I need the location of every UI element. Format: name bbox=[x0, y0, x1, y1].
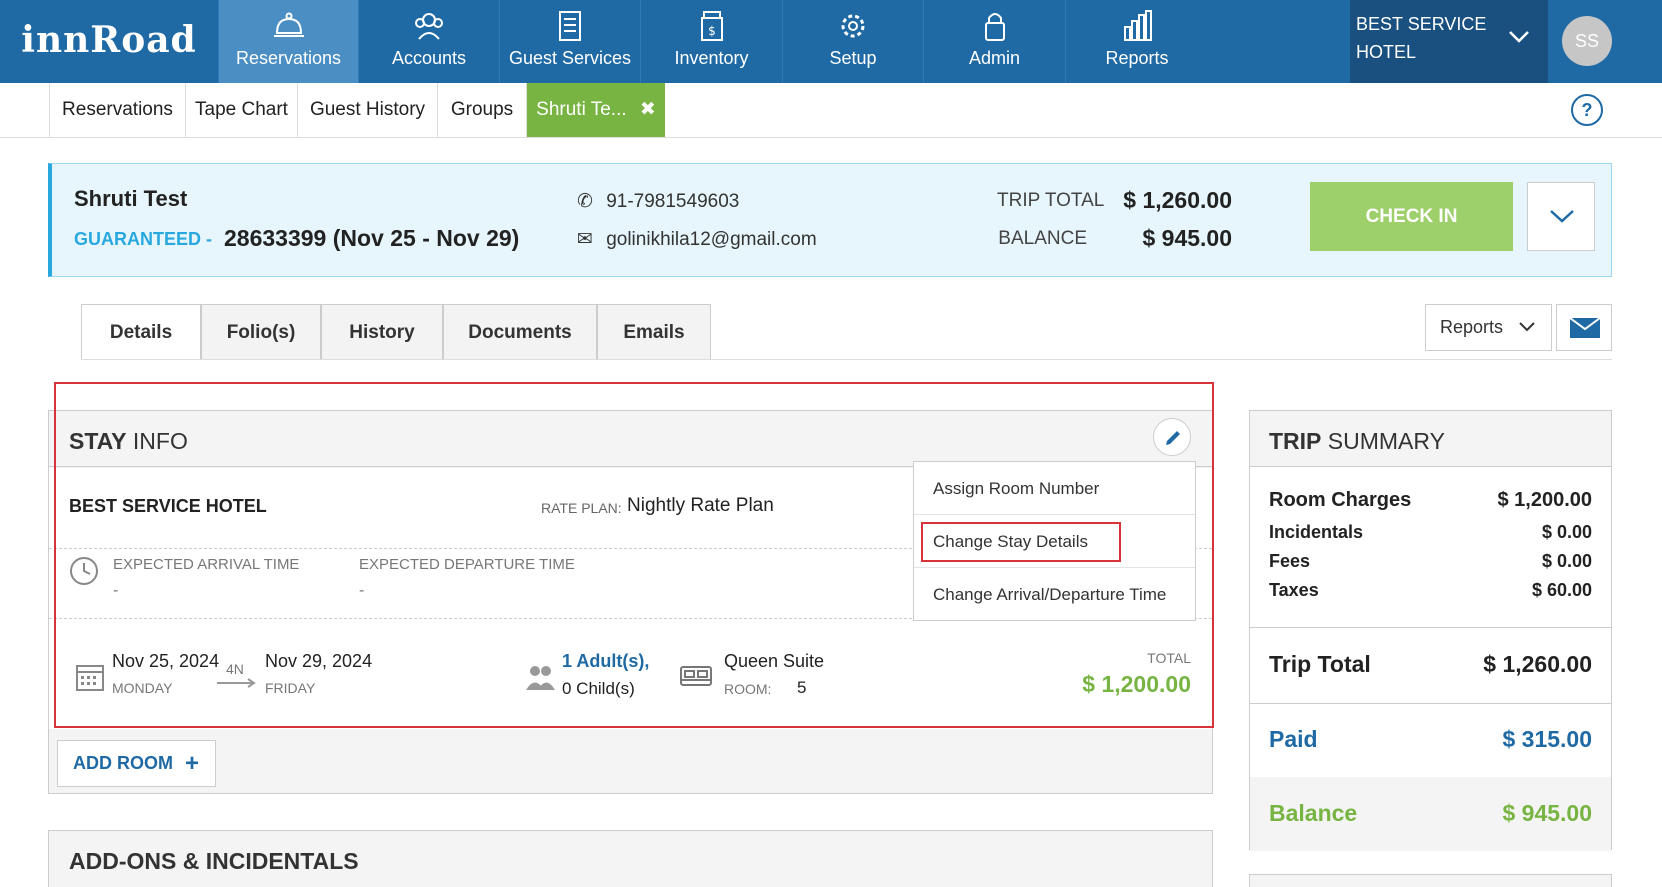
secondary-panel bbox=[1249, 874, 1612, 887]
trip-summary-panel: TRIP SUMMARY Room Charges $ 1,200.00 Inc… bbox=[1249, 410, 1612, 851]
people-icon bbox=[415, 13, 443, 40]
plus-icon: + bbox=[184, 750, 199, 777]
balance-value: $ 945.00 bbox=[1142, 225, 1232, 251]
gear-icon bbox=[841, 14, 865, 38]
subtab-shruti-test[interactable]: Shruti Te... ✖ bbox=[526, 83, 665, 137]
concierge-bell-icon bbox=[273, 12, 304, 37]
reports-dropdown[interactable]: Reports bbox=[1425, 304, 1552, 351]
phone-number: 91-7981549603 bbox=[606, 191, 740, 212]
chevron-down-icon bbox=[1509, 31, 1529, 43]
subtab-guest-history[interactable]: Guest History bbox=[297, 83, 437, 137]
nav-label: Reports bbox=[1105, 48, 1169, 68]
checklist-icon bbox=[559, 11, 581, 41]
summary-balance-label: Balance bbox=[1269, 800, 1358, 826]
tab-emails[interactable]: Emails bbox=[597, 304, 711, 360]
room-charges-value: $ 1,200.00 bbox=[1497, 489, 1592, 511]
subtab-reservations[interactable]: Reservations bbox=[49, 83, 185, 137]
confirmation-number: 28633399 (Nov 25 - Nov 29) bbox=[224, 225, 520, 251]
balance-row: Balance $ 945.00 bbox=[1250, 777, 1611, 851]
trip-summary-title-bold: TRIP bbox=[1269, 428, 1322, 454]
chevron-down-icon bbox=[1519, 322, 1535, 332]
balance-label: BALANCE bbox=[998, 228, 1087, 249]
tab-history[interactable]: History bbox=[321, 304, 443, 360]
menu-assign-room-number[interactable]: Assign Room Number bbox=[914, 462, 1195, 515]
svg-text:$: $ bbox=[708, 24, 716, 38]
nav-label: Inventory bbox=[674, 48, 749, 68]
fees-value: $ 0.00 bbox=[1541, 551, 1592, 571]
envelope-icon bbox=[1569, 317, 1601, 338]
email-address: golinikhila12@gmail.com bbox=[606, 229, 817, 250]
nav-accounts[interactable]: Accounts bbox=[358, 0, 499, 83]
trip-total-summary-value: $ 1,260.00 bbox=[1483, 651, 1592, 677]
fees-label: Fees bbox=[1269, 551, 1311, 571]
paid-label: Paid bbox=[1269, 726, 1318, 752]
incidentals-label: Incidentals bbox=[1269, 522, 1364, 542]
nav-reservations[interactable]: Reservations bbox=[218, 0, 358, 83]
tab-divider bbox=[81, 359, 1612, 360]
trip-summary-title: TRIP SUMMARY bbox=[1269, 428, 1445, 455]
close-icon[interactable]: ✖ bbox=[640, 99, 656, 120]
tab-details[interactable]: Details bbox=[81, 304, 201, 360]
trip-summary-header: TRIP SUMMARY bbox=[1250, 411, 1611, 467]
room-charges-label: Room Charges bbox=[1269, 489, 1412, 511]
chevron-down-icon bbox=[1550, 210, 1574, 223]
subtab-groups[interactable]: Groups bbox=[437, 83, 526, 137]
trip-total-value: $ 1,260.00 bbox=[1123, 187, 1232, 213]
guest-phone: ✆ 91-7981549603 bbox=[577, 190, 739, 213]
phone-icon: ✆ bbox=[577, 191, 593, 212]
email-button[interactable] bbox=[1556, 304, 1612, 351]
innroad-logo[interactable]: innRoad bbox=[0, 0, 218, 83]
trip-total-label: TRIP TOTAL bbox=[997, 190, 1105, 211]
menu-item-highlight bbox=[921, 522, 1121, 562]
reports-label: Reports bbox=[1440, 317, 1504, 337]
nav-label: Admin bbox=[968, 48, 1021, 68]
menu-change-arrival-departure-time[interactable]: Change Arrival/Departure Time bbox=[914, 568, 1195, 621]
add-room-button[interactable]: ADD ROOM + bbox=[57, 740, 216, 787]
incidentals-value: $ 0.00 bbox=[1541, 522, 1592, 542]
nav-admin[interactable]: Admin bbox=[923, 0, 1065, 83]
add-room-label: ADD ROOM bbox=[73, 753, 173, 773]
taxes-value: $ 60.00 bbox=[1531, 580, 1592, 600]
subtab-tape-chart[interactable]: Tape Chart bbox=[185, 83, 297, 137]
reservation-header: Shruti Test GUARANTEED - 28633399 (Nov 2… bbox=[48, 163, 1612, 277]
inventory-icon: $ bbox=[700, 11, 723, 41]
taxes-label: Taxes bbox=[1269, 580, 1319, 600]
addons-incidentals-panel: ADD-ONS & INCIDENTALS bbox=[48, 830, 1213, 887]
guest-name: Shruti Test bbox=[74, 186, 188, 211]
lock-icon bbox=[984, 13, 1005, 41]
user-avatar[interactable]: SS bbox=[1562, 16, 1612, 66]
more-actions-dropdown[interactable] bbox=[1527, 182, 1595, 251]
subtab-label: Shruti Te... bbox=[536, 99, 627, 120]
trip-summary-title-rest: SUMMARY bbox=[1321, 428, 1445, 454]
help-icon[interactable]: ? bbox=[1571, 94, 1603, 126]
guest-email: ✉ golinikhila12@gmail.com bbox=[577, 228, 817, 251]
sub-tabs: Reservations Tape Chart Guest History Gr… bbox=[0, 83, 1662, 138]
envelope-icon: ✉ bbox=[577, 229, 593, 250]
paid-value: $ 315.00 bbox=[1502, 726, 1592, 752]
nav-label: Setup bbox=[829, 48, 877, 68]
top-nav: innRoad Reservations Accounts Guest Serv… bbox=[0, 0, 1662, 83]
nav-setup[interactable]: Setup bbox=[782, 0, 923, 83]
nav-reports[interactable]: Reports bbox=[1065, 0, 1208, 83]
summary-balance-value: $ 945.00 bbox=[1502, 800, 1592, 826]
nav-guest-services[interactable]: Guest Services bbox=[499, 0, 640, 83]
addons-title: ADD-ONS & INCIDENTALS bbox=[69, 848, 359, 874]
hotel-selector[interactable]: BEST SERVICE HOTEL bbox=[1350, 0, 1548, 83]
bar-chart-icon bbox=[1124, 10, 1152, 41]
nav-inventory[interactable]: $ Inventory bbox=[640, 0, 782, 83]
tab-folios[interactable]: Folio(s) bbox=[201, 304, 321, 360]
reservation-status: GUARANTEED - bbox=[74, 229, 212, 249]
divider bbox=[1250, 703, 1611, 704]
tab-documents[interactable]: Documents bbox=[443, 304, 597, 360]
trip-total-summary-label: Trip Total bbox=[1269, 651, 1371, 677]
divider bbox=[1250, 627, 1611, 628]
hotel-selector-label: BEST SERVICE HOTEL bbox=[1356, 14, 1487, 62]
nav-label: Accounts bbox=[391, 48, 467, 68]
nav-label: Reservations bbox=[235, 48, 342, 68]
nav-label: Guest Services bbox=[508, 48, 632, 68]
check-in-button[interactable]: CHECK IN bbox=[1310, 182, 1513, 251]
